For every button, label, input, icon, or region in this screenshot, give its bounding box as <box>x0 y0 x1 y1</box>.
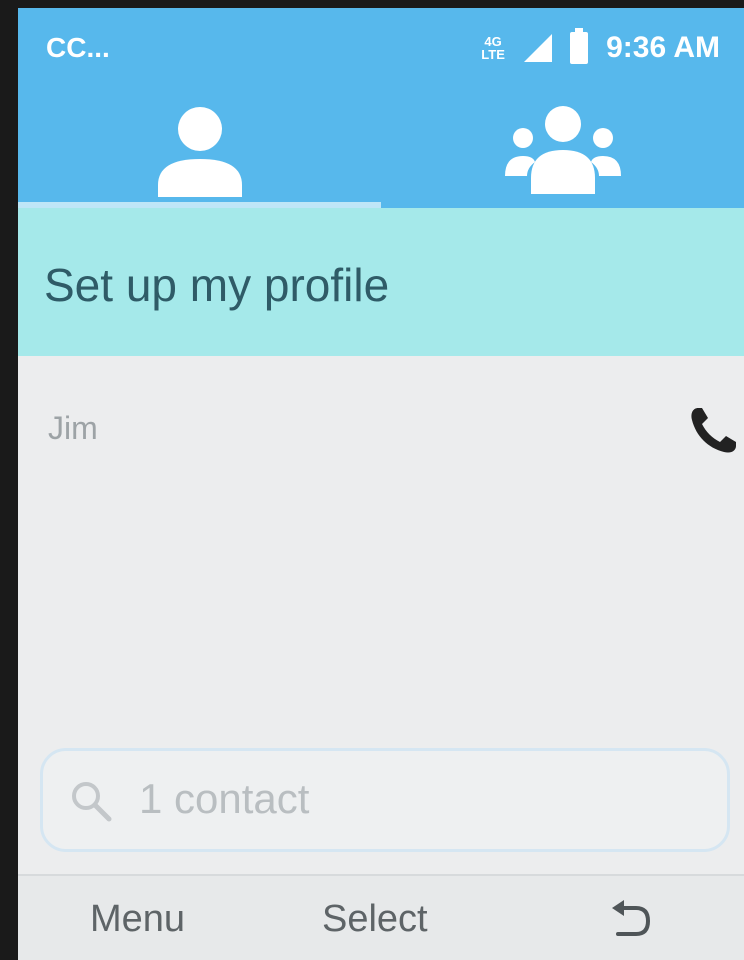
carrier-name: CC... <box>46 32 110 63</box>
lte-icon: 4G LTE <box>481 34 505 62</box>
search-icon <box>72 782 112 822</box>
tab-groups[interactable] <box>381 90 744 208</box>
search-input[interactable]: 1 contact <box>40 748 730 852</box>
group-icon <box>504 106 621 194</box>
battery-icon <box>570 28 589 64</box>
list-item[interactable]: Jim <box>18 396 744 476</box>
profile-label: Set up my profile <box>44 259 390 311</box>
contact-name: Jim <box>48 410 98 446</box>
phone-screen: CC... 4G LTE 9:36 AM Set up my profile J… <box>18 8 744 960</box>
select-softkey[interactable]: Select <box>322 898 428 941</box>
status-bar: CC... 4G LTE 9:36 AM <box>18 8 744 88</box>
header: CC... 4G LTE 9:36 AM <box>18 8 744 208</box>
person-icon <box>157 107 242 197</box>
softkey-bar: Menu Select <box>18 876 744 960</box>
signal-icon <box>524 34 553 62</box>
phone-icon[interactable] <box>684 404 740 460</box>
status-icons: 4G LTE 9:36 AM <box>480 28 720 68</box>
set-up-profile-item[interactable]: Set up my profile <box>18 208 744 356</box>
menu-softkey[interactable]: Menu <box>90 898 185 941</box>
clock: 9:36 AM <box>606 31 720 64</box>
search-placeholder: 1 contact <box>139 775 310 822</box>
back-icon[interactable] <box>606 894 656 944</box>
tab-contacts[interactable] <box>18 90 381 208</box>
